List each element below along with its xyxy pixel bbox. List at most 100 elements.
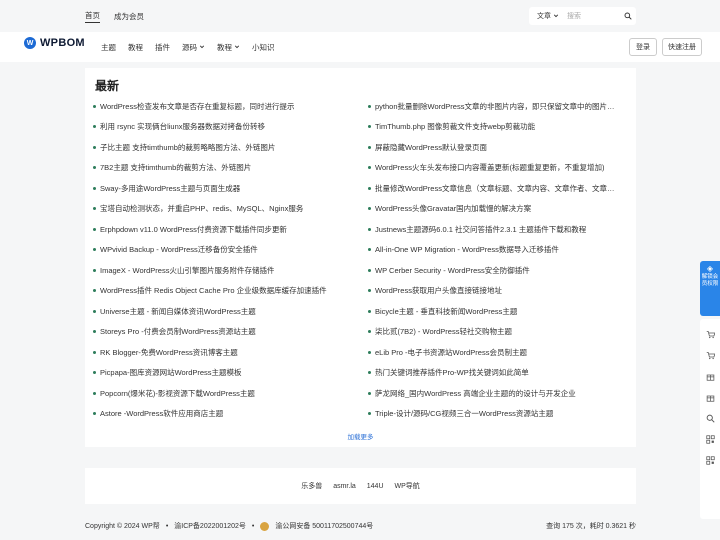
- post-list-item[interactable]: python批量删除WordPress文章的非图片内容，即只保留文章中的图片…: [368, 96, 618, 117]
- post-title[interactable]: Universe主题 - 新闻自媒体资讯WordPress主题: [100, 306, 256, 317]
- gift-icon[interactable]: [700, 387, 720, 408]
- post-list-item[interactable]: 柒比贰(7B2) - WordPress轻社交购物主题: [368, 322, 618, 343]
- post-list-item[interactable]: Universe主题 - 新闻自媒体资讯WordPress主题: [93, 301, 343, 322]
- post-list-item[interactable]: Sway-多用途WordPress主题与页面生成器: [93, 178, 343, 199]
- post-title[interactable]: 萨龙网络_国内WordPress 高端企业主题的的设计与开发企业: [375, 388, 576, 399]
- post-title[interactable]: Bicycle主题 - 垂直科技新闻WordPress主题: [375, 306, 517, 317]
- friend-link[interactable]: WP导航: [395, 481, 420, 491]
- post-list-item[interactable]: Justnews主题源码6.0.1 社交问答插件2.3.1 主题插件下载和教程: [368, 219, 618, 240]
- post-title[interactable]: 宝塔自动检测状态，并重启PHP、redis、MySQL、Nginx服务: [100, 203, 303, 214]
- post-title[interactable]: 7B2主题 支持timthumb的裁剪方法、外链图片: [100, 162, 251, 173]
- friend-link[interactable]: 144U: [367, 483, 384, 490]
- post-title[interactable]: Justnews主题源码6.0.1 社交问答插件2.3.1 主题插件下载和教程: [375, 224, 586, 235]
- post-title[interactable]: 屏蔽隐藏WordPress默认登录页面: [375, 142, 487, 153]
- post-title[interactable]: ImageX - WordPress火山引擎图片服务附件存储插件: [100, 265, 274, 276]
- cart-icon[interactable]: [700, 345, 720, 366]
- bullet-icon: [368, 309, 371, 313]
- nav-item-source[interactable]: 源码: [182, 42, 205, 53]
- icp-link[interactable]: 渝ICP备2022001202号: [174, 521, 246, 531]
- post-title[interactable]: WordPress插件 Redis Object Cache Pro 企业级数据…: [100, 285, 327, 296]
- post-title[interactable]: WordPress检查发布文章是否存在重复标题，同时进行提示: [100, 101, 294, 112]
- search-box[interactable]: 文章 搜索: [529, 7, 636, 25]
- post-list-item[interactable]: Triple-设计/源码/CG视频三合一WordPress资源站主题: [368, 404, 618, 425]
- friend-link[interactable]: 乐多兽: [301, 481, 322, 491]
- bullet-icon: [368, 125, 371, 129]
- register-button[interactable]: 快速注册: [662, 38, 702, 56]
- post-list-item[interactable]: 子比主题 支持timthumb的裁剪略略图方法、外链图片: [93, 137, 343, 158]
- post-list-item[interactable]: 宝塔自动检测状态，并重启PHP、redis、MySQL、Nginx服务: [93, 199, 343, 220]
- search-icon[interactable]: [620, 12, 636, 20]
- post-list-item[interactable]: eLib Pro -电子书资源站WordPress会员制主题: [368, 342, 618, 363]
- post-list-item[interactable]: ImageX - WordPress火山引擎图片服务附件存储插件: [93, 260, 343, 281]
- post-list-item[interactable]: All-in-One WP Migration - WordPress数据导入迁…: [368, 240, 618, 261]
- post-title[interactable]: RK Blogger-免费WordPress资讯博客主题: [100, 347, 238, 358]
- post-title[interactable]: Picpapa-图库资源网站WordPress主题模板: [100, 367, 242, 378]
- post-list-item[interactable]: 7B2主题 支持timthumb的裁剪方法、外链图片: [93, 158, 343, 179]
- post-list-item[interactable]: RK Blogger-免费WordPress资讯博客主题: [93, 342, 343, 363]
- gift-icon[interactable]: [700, 366, 720, 387]
- cart-icon[interactable]: [700, 324, 720, 345]
- post-list-item[interactable]: WordPress火车头发布接口内容覆盖更新(标题重复更新，不重复增加): [368, 158, 618, 179]
- post-title[interactable]: TimThumb.php 图像剪裁文件支持webp剪裁功能: [375, 121, 535, 132]
- post-list-item[interactable]: 热门关键词推荐插件Pro-WP找关键词如此简单: [368, 363, 618, 384]
- post-list-item[interactable]: WPvivid Backup - WordPress迁移备份安全插件: [93, 240, 343, 261]
- qrcode-icon[interactable]: [700, 429, 720, 450]
- post-title[interactable]: WP Cerber Security - WordPress安全防御插件: [375, 265, 530, 276]
- top-link-vip[interactable]: 成为会员: [114, 11, 144, 22]
- login-button[interactable]: 登录: [629, 38, 657, 56]
- nav-item-plugins[interactable]: 插件: [155, 42, 170, 53]
- post-list-item[interactable]: Popcorn(爆米花)-影视资源下载WordPress主题: [93, 383, 343, 404]
- post-list-item[interactable]: 萨龙网络_国内WordPress 高端企业主题的的设计与开发企业: [368, 383, 618, 404]
- post-list-item[interactable]: 利用 rsync 实现俩台liunx服务器数据对拷备份转移: [93, 117, 343, 138]
- post-title[interactable]: Erphpdown v11.0 WordPress付费资源下载插件同步更新: [100, 224, 287, 235]
- post-list-item[interactable]: Bicycle主题 - 垂直科技新闻WordPress主题: [368, 301, 618, 322]
- post-title[interactable]: Astore -WordPress软件应用商店主题: [100, 408, 223, 419]
- main-nav: 主题 教程 插件 源码 教程 小知识: [101, 32, 275, 62]
- post-title[interactable]: Popcorn(爆米花)-影视资源下载WordPress主题: [100, 388, 255, 399]
- post-list-item[interactable]: WordPress获取用户头像直接链接地址: [368, 281, 618, 302]
- post-title[interactable]: WordPress获取用户头像直接链接地址: [375, 285, 502, 296]
- bullet-icon: [368, 186, 371, 190]
- post-title[interactable]: 批量修改WordPress文章信息（文章标题、文章内容、文章作者、文章…: [375, 183, 614, 194]
- post-list-item[interactable]: WordPress头像Gravatar国内加载慢的解决方案: [368, 199, 618, 220]
- post-list-item[interactable]: TimThumb.php 图像剪裁文件支持webp剪裁功能: [368, 117, 618, 138]
- post-list-item[interactable]: Storeys Pro -付费会员制WordPress资源站主题: [93, 322, 343, 343]
- post-list-item[interactable]: WordPress检查发布文章是否存在重复标题，同时进行提示: [93, 96, 343, 117]
- post-title[interactable]: 利用 rsync 实现俩台liunx服务器数据对拷备份转移: [100, 121, 265, 132]
- post-title[interactable]: python批量删除WordPress文章的非图片内容，即只保留文章中的图片…: [375, 101, 614, 112]
- post-title[interactable]: 柒比贰(7B2) - WordPress轻社交购物主题: [375, 326, 512, 337]
- bullet-icon: [93, 268, 96, 272]
- nav-item-themes[interactable]: 主题: [101, 42, 116, 53]
- post-list-item[interactable]: Erphpdown v11.0 WordPress付费资源下载插件同步更新: [93, 219, 343, 240]
- search-input[interactable]: 搜索: [563, 11, 620, 21]
- nav-item-tutorials-2[interactable]: 教程: [217, 42, 240, 53]
- post-list-item[interactable]: 屏蔽隐藏WordPress默认登录页面: [368, 137, 618, 158]
- post-list-item[interactable]: WP Cerber Security - WordPress安全防御插件: [368, 260, 618, 281]
- qrcode-icon[interactable]: [700, 450, 720, 471]
- post-title[interactable]: WPvivid Backup - WordPress迁移备份安全插件: [100, 244, 258, 255]
- nav-item-tips[interactable]: 小知识: [252, 42, 275, 53]
- post-title[interactable]: Storeys Pro -付费会员制WordPress资源站主题: [100, 326, 256, 337]
- top-link-home[interactable]: 首页: [85, 10, 100, 23]
- site-logo[interactable]: W WPBOM: [24, 37, 85, 49]
- search-icon[interactable]: [700, 408, 720, 429]
- police-link[interactable]: 渝公网安备 50011702500744号: [275, 521, 373, 531]
- vip-unlock-button[interactable]: ◈ 解锁会员权限: [700, 261, 720, 316]
- post-list-item[interactable]: Astore -WordPress软件应用商店主题: [93, 404, 343, 425]
- post-title[interactable]: Sway-多用途WordPress主题与页面生成器: [100, 183, 240, 194]
- post-list-item[interactable]: 批量修改WordPress文章信息（文章标题、文章内容、文章作者、文章…: [368, 178, 618, 199]
- post-title[interactable]: eLib Pro -电子书资源站WordPress会员制主题: [375, 347, 527, 358]
- post-title[interactable]: 子比主题 支持timthumb的裁剪略略图方法、外链图片: [100, 142, 275, 153]
- post-list-item[interactable]: WordPress插件 Redis Object Cache Pro 企业级数据…: [93, 281, 343, 302]
- load-more-link[interactable]: 加载更多: [85, 431, 636, 441]
- friend-link[interactable]: asmr.la: [333, 483, 356, 490]
- search-type-select[interactable]: 文章: [529, 11, 563, 21]
- post-title[interactable]: All-in-One WP Migration - WordPress数据导入迁…: [375, 244, 559, 255]
- post-title[interactable]: Triple-设计/源码/CG视频三合一WordPress资源站主题: [375, 408, 553, 419]
- nav-item-tutorials[interactable]: 教程: [128, 42, 143, 53]
- post-list-item[interactable]: Picpapa-图库资源网站WordPress主题模板: [93, 363, 343, 384]
- post-title[interactable]: WordPress火车头发布接口内容覆盖更新(标题重复更新，不重复增加): [375, 162, 604, 173]
- bullet-icon: [93, 309, 96, 313]
- post-title[interactable]: WordPress头像Gravatar国内加载慢的解决方案: [375, 203, 531, 214]
- post-title[interactable]: 热门关键词推荐插件Pro-WP找关键词如此简单: [375, 367, 529, 378]
